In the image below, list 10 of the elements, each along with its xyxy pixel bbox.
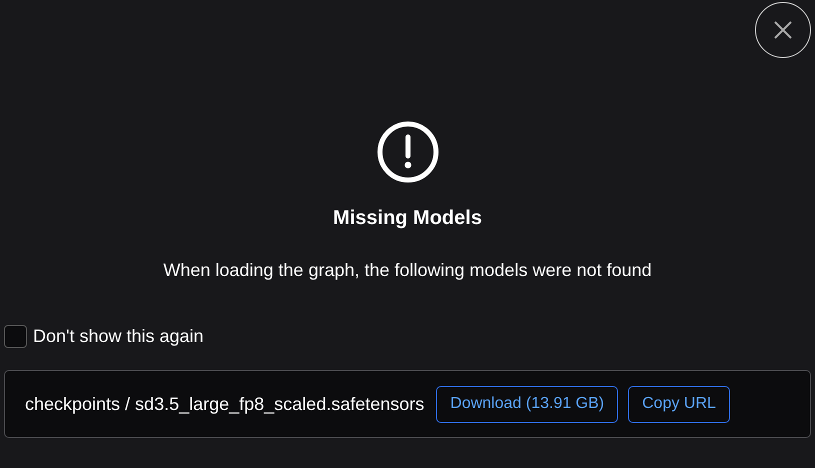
dialog-title: Missing Models — [333, 207, 482, 230]
checkbox[interactable] — [4, 325, 27, 348]
dialog-message: When loading the graph, the following models were not found — [163, 260, 652, 281]
close-button[interactable] — [755, 2, 811, 58]
alert-icon — [376, 120, 440, 184]
checkbox-label: Don't show this again — [33, 326, 204, 347]
model-path: checkpoints / sd3.5_large_fp8_scaled.safetensors — [25, 394, 424, 414]
download-button[interactable]: Download (13.91 GB) — [436, 386, 618, 422]
close-icon — [772, 19, 794, 41]
copy-url-button[interactable]: Copy URL — [628, 386, 730, 422]
